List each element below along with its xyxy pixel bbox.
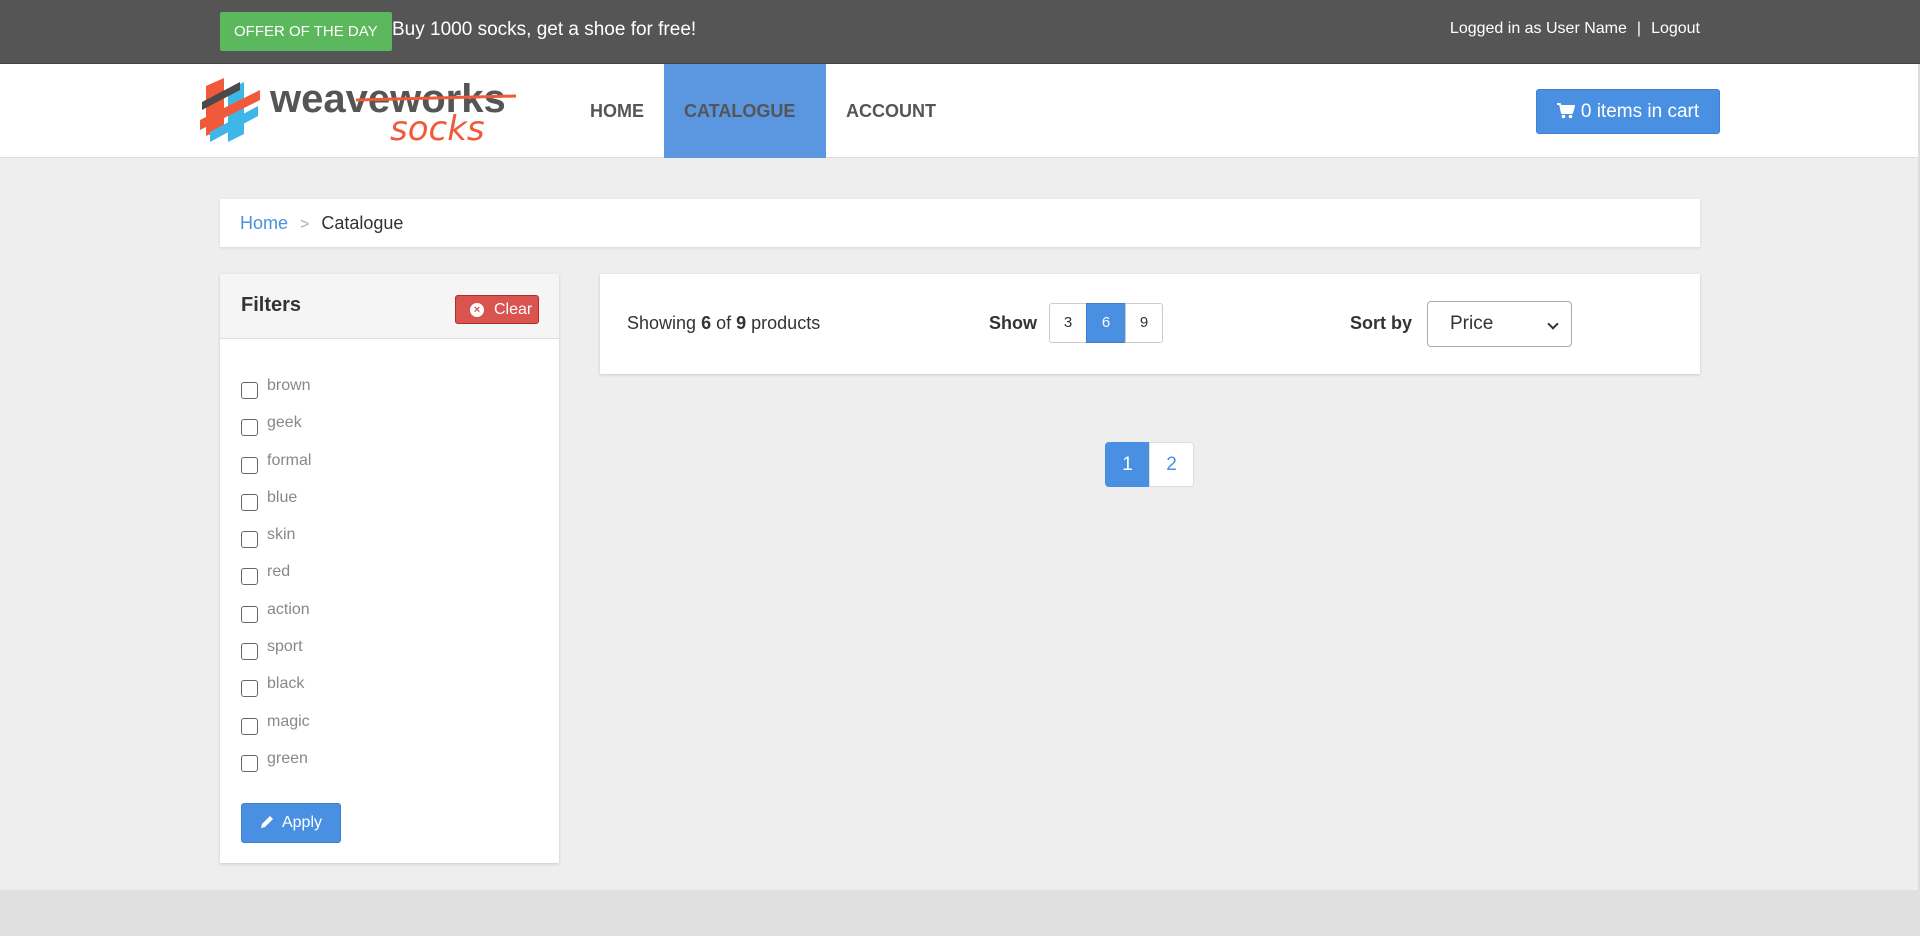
filter-checkbox[interactable]: [241, 493, 258, 511]
showing-prefix: Showing: [627, 313, 697, 333]
offer-badge[interactable]: OFFER OF THE DAY: [220, 12, 392, 51]
filter-checkbox[interactable]: [241, 680, 258, 698]
close-circle-icon: ×: [470, 303, 484, 317]
page-1-button[interactable]: 1: [1105, 442, 1150, 487]
page-size-6-button[interactable]: 6: [1086, 303, 1126, 343]
products-toolbar: Showing 6 of 9 products Show 3 6 9 Sort …: [600, 274, 1700, 374]
pencil-icon: [260, 816, 273, 828]
page-2-button[interactable]: 2: [1149, 442, 1194, 487]
filter-label: magic: [267, 712, 310, 730]
nav-catalogue[interactable]: CATALOGUE: [664, 64, 826, 209]
filter-checkbox[interactable]: [241, 605, 258, 623]
filter-label: blue: [267, 488, 298, 506]
user-separator: |: [1636, 20, 1642, 37]
offer-text: Buy 1000 socks, get a shoe for free!: [392, 19, 697, 40]
navbar: weaveworks socks HOME CATALOGUE ACCOUNT …: [0, 64, 1920, 209]
top-bar: OFFER OF THE DAY Buy 1000 socks, get a s…: [0, 0, 1920, 64]
filter-checkbox[interactable]: [241, 568, 258, 586]
show-label: Show: [989, 313, 1037, 333]
filter-label: action: [267, 600, 310, 618]
logo-mark-icon: [200, 78, 260, 142]
filters-title: Filters: [241, 294, 302, 316]
filter-checkbox[interactable]: [241, 382, 258, 399]
showing-suffix: products: [751, 313, 821, 333]
filter-checkbox[interactable]: [241, 754, 258, 772]
cart-button[interactable]: 0 items in cart: [1536, 89, 1720, 134]
showing-total: 9: [736, 313, 747, 333]
filter-checkbox[interactable]: [241, 717, 258, 735]
logout-link[interactable]: Logout: [1651, 20, 1700, 37]
sort-select[interactable]: Price: [1427, 301, 1572, 347]
showing-summary: Showing 6 of 9 products: [627, 313, 820, 334]
filter-label: green: [267, 749, 308, 767]
showing-count: 6: [701, 313, 712, 333]
sort-value: Price: [1450, 313, 1494, 334]
filter-label: brown: [267, 377, 311, 394]
filter-label: black: [267, 675, 305, 693]
filter-label: sport: [267, 638, 303, 656]
nav-account[interactable]: ACCOUNT: [826, 64, 956, 158]
breadcrumb-separator: >: [300, 216, 310, 233]
filter-checkbox[interactable]: [241, 531, 258, 549]
apply-label: Apply: [281, 814, 323, 831]
clear-label: Clear: [494, 301, 533, 318]
filters-header: Filters × Clear: [220, 274, 559, 339]
filter-label: skin: [267, 526, 296, 544]
filters-panel: Filters × Clear brown geek formal blue skin r…: [220, 274, 559, 863]
logged-in-text: Logged in as User Name: [1449, 20, 1627, 37]
page-size-9-button[interactable]: 9: [1125, 303, 1163, 343]
cart-icon: [1556, 103, 1575, 119]
filter-label: red: [267, 563, 291, 581]
logo-secondary-text: socks: [390, 109, 485, 146]
nav-catalogue-label: CATALOGUE: [684, 101, 796, 121]
filter-label: geek: [267, 414, 302, 432]
page-size-3-button[interactable]: 3: [1049, 303, 1087, 343]
apply-filters-button[interactable]: Apply: [241, 803, 341, 843]
filter-label: formal: [267, 451, 312, 469]
weaveworks-socks-logo[interactable]: weaveworks socks: [200, 76, 520, 146]
user-area: Logged in as User Name | Logout: [1450, 19, 1700, 39]
filter-checkbox[interactable]: [241, 419, 258, 437]
clear-filters-button[interactable]: × Clear: [455, 295, 539, 324]
breadcrumb-current: Catalogue: [321, 213, 404, 233]
nav-home[interactable]: HOME: [570, 64, 664, 158]
showing-of: of: [716, 313, 732, 333]
breadcrumb: Home > Catalogue: [220, 199, 1700, 247]
filter-checkbox[interactable]: [241, 643, 258, 661]
chevron-down-icon: [1547, 318, 1559, 330]
cart-label: 0 items in cart: [1580, 101, 1700, 122]
breadcrumb-home[interactable]: Home: [240, 213, 288, 233]
sort-label: Sort by: [1350, 313, 1413, 333]
filter-checkbox[interactable]: [241, 456, 258, 474]
footer: [0, 890, 1920, 936]
